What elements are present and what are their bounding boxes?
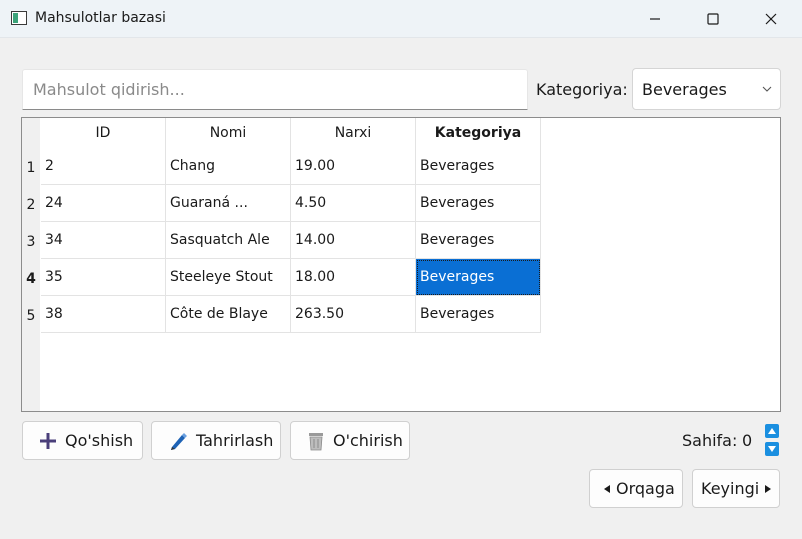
column-header-price[interactable]: Narxi <box>291 118 416 148</box>
table-cell-category[interactable]: Beverages <box>416 185 541 222</box>
column-header-name[interactable]: Nomi <box>166 118 291 148</box>
page-spinbox-value[interactable]: 0 <box>742 431 752 450</box>
table-cell-id[interactable]: 2 <box>41 148 166 185</box>
table-cell-id[interactable]: 34 <box>41 222 166 259</box>
row-number[interactable]: 1 <box>22 149 40 186</box>
table-cell-price[interactable]: 14.00 <box>291 222 416 259</box>
row-number[interactable]: 3 <box>22 223 40 260</box>
category-label: Kategoriya: <box>536 80 628 99</box>
table-cell-category[interactable]: Beverages <box>416 296 541 333</box>
table-cell-category[interactable]: Beverages <box>416 148 541 185</box>
table-cell-name[interactable]: Steeleye Stout <box>166 259 291 296</box>
products-table[interactable]: 1 2 3 4 5 ID Nomi Narxi Kategoriya 2 Cha… <box>21 117 781 412</box>
column-header-category[interactable]: Kategoriya <box>416 118 541 148</box>
row-number[interactable]: 2 <box>22 186 40 223</box>
add-button-label: Qo'shish <box>65 431 134 450</box>
delete-button[interactable]: O'chirish <box>290 421 410 460</box>
caret-right-icon <box>765 484 772 493</box>
caret-left-icon <box>604 484 610 493</box>
table-cell-name[interactable]: Sasquatch Ale <box>166 222 291 259</box>
row-number[interactable]: 4 <box>22 260 40 297</box>
table-cell-category[interactable]: Beverages <box>416 222 541 259</box>
row-header: 1 2 3 4 5 <box>22 118 40 411</box>
maximize-icon <box>707 13 719 25</box>
table-cell-price[interactable]: 263.50 <box>291 296 416 333</box>
table-cell-name[interactable]: Chang <box>166 148 291 185</box>
column-header-id[interactable]: ID <box>41 118 166 148</box>
row-number[interactable]: 5 <box>22 297 40 334</box>
category-selected-value: Beverages <box>642 80 727 99</box>
chevron-down-icon <box>762 86 772 92</box>
page-spinbox-arrows <box>765 424 779 460</box>
window-title: Mahsulotlar bazasi <box>35 10 166 26</box>
next-page-label: Keyingi <box>701 479 760 498</box>
table-cell-category-selected[interactable]: Beverages <box>416 259 541 296</box>
trash-icon <box>307 431 325 451</box>
pencil-icon <box>168 431 188 451</box>
add-button[interactable]: Qo'shish <box>22 421 143 460</box>
app-icon <box>11 11 27 25</box>
edit-button[interactable]: Tahrirlash <box>151 421 281 460</box>
delete-button-label: O'chirish <box>333 431 403 450</box>
spin-up-button[interactable] <box>765 424 779 438</box>
next-page-button[interactable]: Keyingi <box>692 469 780 508</box>
category-combobox[interactable]: Beverages <box>632 68 781 110</box>
table-cell-id[interactable]: 35 <box>41 259 166 296</box>
arrow-down-icon <box>768 446 776 452</box>
table-cell-name[interactable]: Côte de Blaye <box>166 296 291 333</box>
title-bar: Mahsulotlar bazasi <box>0 0 802 38</box>
table-cell-price[interactable]: 19.00 <box>291 148 416 185</box>
table-cell-price[interactable]: 18.00 <box>291 259 416 296</box>
arrow-up-icon <box>768 428 776 434</box>
search-field[interactable] <box>22 69 528 110</box>
previous-page-button[interactable]: Orqaga <box>589 469 683 508</box>
maximize-button[interactable] <box>684 0 742 38</box>
plus-icon <box>39 432 57 450</box>
page-label: Sahifa: <box>682 431 738 450</box>
table-cell-id[interactable]: 24 <box>41 185 166 222</box>
previous-page-label: Orqaga <box>616 479 675 498</box>
edit-button-label: Tahrirlash <box>196 431 274 450</box>
table-cell-price[interactable]: 4.50 <box>291 185 416 222</box>
table-cell-name[interactable]: Guaraná ... <box>166 185 291 222</box>
minimize-icon <box>650 18 660 20</box>
table-cell-id[interactable]: 38 <box>41 296 166 333</box>
spin-down-button[interactable] <box>765 442 779 456</box>
search-input[interactable] <box>23 70 527 109</box>
minimize-button[interactable] <box>626 0 684 38</box>
close-icon <box>765 13 777 25</box>
close-button[interactable] <box>742 0 800 38</box>
